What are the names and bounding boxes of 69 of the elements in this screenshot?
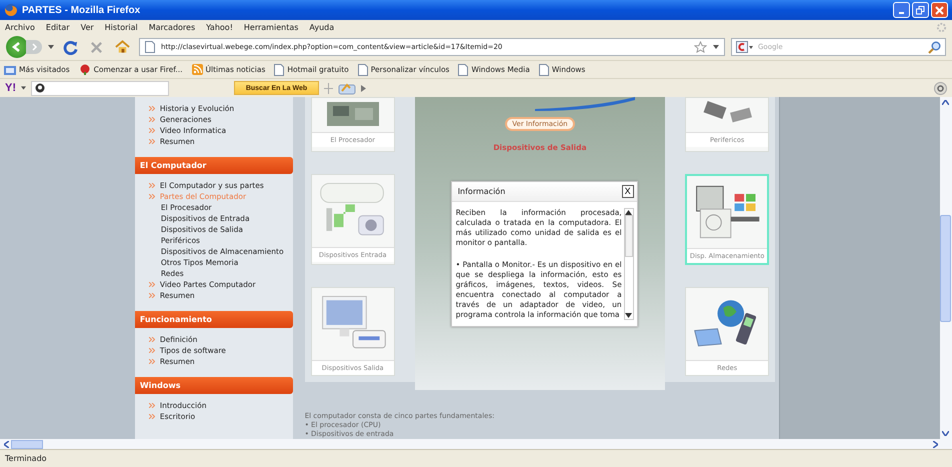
scroll-thumb[interactable] xyxy=(940,214,952,322)
menu-item[interactable]: Ver xyxy=(80,22,94,32)
chevron-icon xyxy=(148,348,155,353)
scroll-right-icon[interactable] xyxy=(933,440,938,448)
yahoo-logo[interactable]: Y! xyxy=(5,82,16,94)
page-icon xyxy=(458,64,468,76)
page-icon xyxy=(145,41,155,53)
scrollbar[interactable] xyxy=(624,208,634,320)
scroll-down-icon[interactable] xyxy=(942,431,950,436)
mail-icon[interactable] xyxy=(338,82,356,94)
minimize-button[interactable] xyxy=(893,2,910,18)
menu-item[interactable]: Historial xyxy=(104,22,138,32)
window-title: PARTES - Mozilla Firefox xyxy=(22,4,140,16)
home-icon[interactable] xyxy=(115,40,130,54)
vertical-scrollbar[interactable] xyxy=(940,97,952,439)
menu-item[interactable]: Editar xyxy=(46,22,70,32)
section-header: El Computador xyxy=(134,157,293,174)
yahoo-search-field[interactable] xyxy=(31,80,169,96)
section-header: Windows xyxy=(134,377,293,394)
dropdown-caret-icon[interactable] xyxy=(713,45,719,49)
folder-icon xyxy=(4,64,16,74)
dialog-title: Información xyxy=(458,187,506,196)
chevron-icon xyxy=(148,183,155,188)
close-button[interactable]: X xyxy=(622,185,634,198)
activity-indicator-icon xyxy=(936,22,947,32)
chevron-right-icon[interactable] xyxy=(361,84,366,92)
chevron-icon xyxy=(148,293,155,298)
rss-feed-icon xyxy=(192,64,203,75)
chevron-icon xyxy=(148,117,155,122)
close-button[interactable] xyxy=(931,2,948,18)
star-icon[interactable] xyxy=(694,41,707,53)
chevron-icon xyxy=(148,414,155,419)
scroll-thumb[interactable] xyxy=(11,440,43,448)
dropdown-caret-icon[interactable] xyxy=(21,86,26,90)
menu-item[interactable]: Ayuda xyxy=(309,22,334,32)
page-icon xyxy=(538,64,549,76)
reload-icon[interactable] xyxy=(63,40,78,54)
chevron-icon xyxy=(148,128,155,133)
menu-item[interactable]: Herramientas xyxy=(244,22,298,32)
back-button[interactable] xyxy=(6,36,28,58)
chevron-icon xyxy=(148,194,155,199)
scroll-down-icon[interactable] xyxy=(625,313,632,318)
search-icon xyxy=(35,83,45,93)
page-icon xyxy=(358,64,368,76)
scroll-up-icon[interactable] xyxy=(942,100,950,105)
restore-button[interactable] xyxy=(912,2,929,18)
horizontal-scrollbar[interactable] xyxy=(0,439,952,449)
menu-item[interactable]: Yahoo! xyxy=(206,22,233,32)
chevron-icon xyxy=(148,337,155,342)
chevron-icon xyxy=(148,359,155,364)
dropdown-caret-icon[interactable] xyxy=(48,45,54,49)
restore-icon xyxy=(916,6,925,14)
chevron-icon xyxy=(148,139,155,144)
chevron-icon xyxy=(148,403,155,408)
search-engine-icon[interactable] xyxy=(736,41,754,53)
status-text: Terminado xyxy=(5,454,47,463)
scroll-left-icon[interactable] xyxy=(4,440,9,448)
menu-item[interactable]: Marcadores xyxy=(148,22,196,32)
section-header: Funcionamiento xyxy=(134,311,293,328)
settings-icon[interactable] xyxy=(934,82,947,94)
close-icon xyxy=(935,6,944,14)
chevron-icon xyxy=(148,282,155,287)
flower-icon xyxy=(78,64,91,75)
page-icon xyxy=(274,64,284,76)
chevron-icon xyxy=(148,106,155,111)
search-icon[interactable] xyxy=(928,40,941,54)
firefox-logo-icon xyxy=(4,3,18,17)
scroll-thumb[interactable] xyxy=(624,215,633,257)
menu-item[interactable]: Archivo xyxy=(5,22,35,32)
